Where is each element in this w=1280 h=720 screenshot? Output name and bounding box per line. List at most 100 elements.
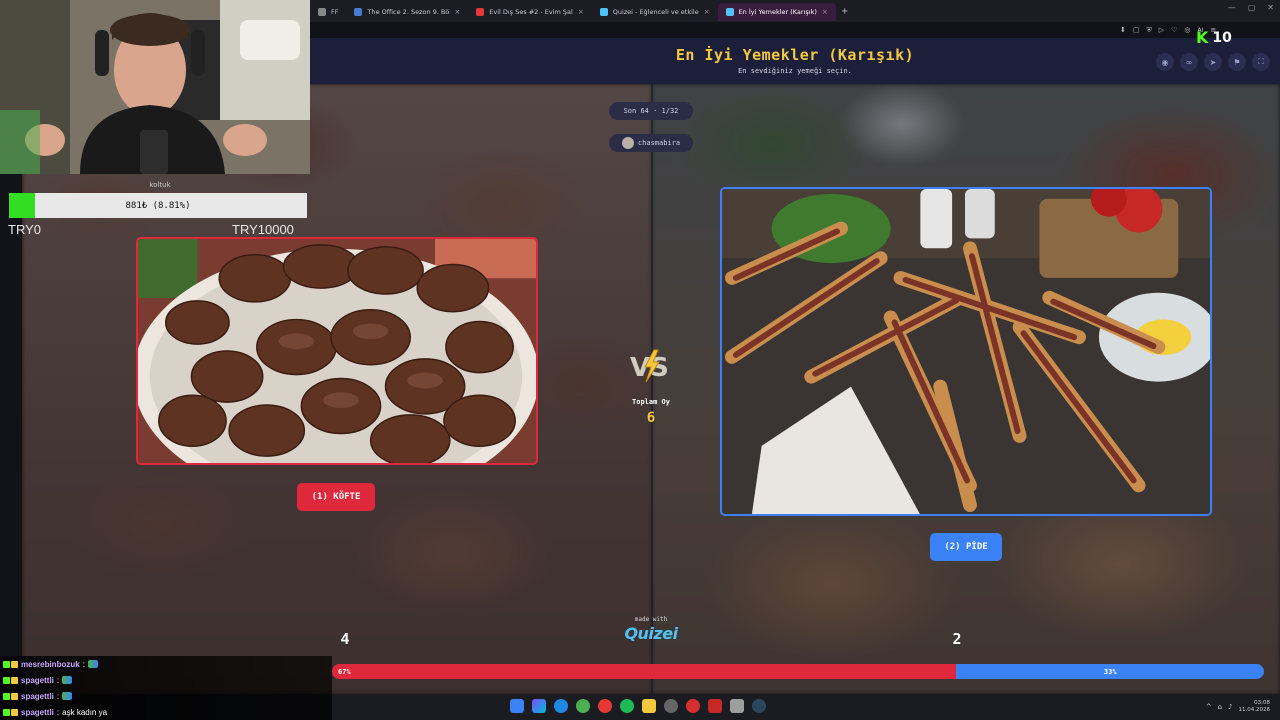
browser-tab-bar: FF The Office 2. Sezon 9. Bö × Evil Dış S…: [310, 0, 1280, 22]
camera-icon[interactable]: ◎: [1184, 26, 1190, 34]
media-icon[interactable]: [708, 699, 722, 713]
tab-favicon-icon: [318, 8, 326, 16]
kofte-image: [138, 239, 536, 463]
pide-image: [722, 189, 1210, 514]
donation-progress-text: 881₺ (8.81%): [125, 200, 191, 211]
kick-viewer-count: K 10: [1196, 28, 1232, 47]
emote-badge-icon: [11, 676, 18, 684]
result-progress-bar: 67% 33%: [332, 664, 1264, 679]
creator-username: chasmabira: [637, 139, 681, 147]
fullscreen-icon[interactable]: ⛶: [1252, 53, 1270, 71]
option-card-pide[interactable]: [720, 187, 1212, 516]
page-subtitle: En sevdiğiniz yemeği seçin.: [738, 67, 852, 75]
tab-favicon-icon: [354, 8, 363, 16]
donation-progress-bar: 881₺ (8.81%): [9, 193, 307, 218]
browser-tab-active[interactable]: En İyi Yemekler (Karışık) ×: [717, 3, 836, 21]
streamer-webcam: [0, 0, 310, 174]
windows-start-icon[interactable]: [510, 699, 524, 713]
donation-goal-label: koltuk: [149, 181, 171, 189]
emote-icon: [87, 660, 98, 668]
browser-tab[interactable]: Quizei - Eğlenceli ve etkile ×: [592, 3, 718, 21]
creator-badge[interactable]: chasmabira: [609, 134, 693, 152]
close-window-icon[interactable]: ✕: [1267, 3, 1274, 12]
emote-badge-icon: [11, 692, 18, 700]
close-icon[interactable]: ×: [822, 8, 828, 16]
pide-vote-count: 2: [952, 630, 962, 648]
chat-username: mesrebinbozuk: [21, 659, 80, 669]
quizei-logo[interactable]: Quizei: [616, 624, 686, 643]
center-divider: [651, 84, 653, 694]
browser-tab[interactable]: FF: [310, 3, 346, 21]
chat-username: spagettli: [21, 691, 54, 701]
chat-message: spagettli: aşk kadın ya: [0, 704, 332, 720]
total-votes-value: 6: [646, 410, 656, 426]
new-tab-button[interactable]: +: [836, 6, 854, 17]
chat-username: spagettli: [21, 707, 54, 717]
link-icon[interactable]: ∞: [1180, 53, 1198, 71]
tab-favicon-icon: [476, 8, 485, 16]
sub-badge-icon: [3, 660, 10, 668]
play-icon[interactable]: ▷: [1159, 26, 1164, 34]
kofte-vote-count: 4: [340, 630, 350, 648]
windows-taskbar: ^ ⌂ ♪ 03:08 11.04.2026: [332, 694, 1280, 720]
shield-icon[interactable]: ⛨: [1147, 26, 1152, 35]
quiz-header: En İyi Yemekler (Karışık) En sevdiğiniz …: [310, 38, 1280, 84]
emote-icon: [62, 676, 73, 684]
eye-icon[interactable]: ◉: [1156, 53, 1174, 71]
vote-pide-button[interactable]: (2) PİDE: [930, 533, 1002, 561]
edge-icon[interactable]: [554, 699, 568, 713]
network-icon[interactable]: ⌂: [1218, 703, 1222, 711]
round-badge: Son 64 · 1/32: [609, 102, 693, 120]
spotify-icon[interactable]: [620, 699, 634, 713]
emote-icon: [62, 692, 73, 700]
heart-icon[interactable]: ♡: [1171, 26, 1177, 34]
copilot-icon[interactable]: [532, 699, 546, 713]
sub-badge-icon: [3, 708, 10, 716]
browser-tab[interactable]: The Office 2. Sezon 9. Bö ×: [346, 3, 468, 21]
flag-icon[interactable]: ⚑: [1228, 53, 1246, 71]
chat-message: spagettli:: [0, 688, 332, 704]
minimize-icon[interactable]: —: [1228, 3, 1236, 12]
folder-icon[interactable]: [642, 699, 656, 713]
chat-overlay: mesrebinbozuk: spagettli: spagettli: spa…: [0, 656, 332, 720]
donation-max-label: TRY10000: [232, 222, 294, 237]
window-controls: — ▢ ✕: [1228, 3, 1274, 12]
chat-message: mesrebinbozuk:: [0, 656, 332, 672]
browser-tab[interactable]: Evil Dış Ses #2 - Evim Şal ×: [468, 3, 591, 21]
chevron-up-icon[interactable]: ^: [1206, 703, 1212, 711]
header-actions: ◉ ∞ ➤ ⚑ ⛶: [1156, 53, 1270, 71]
volume-icon[interactable]: ♪: [1228, 703, 1232, 711]
kick-logo-icon: K: [1196, 28, 1209, 47]
chat-username: spagettli: [21, 675, 54, 685]
close-icon[interactable]: ×: [454, 8, 460, 16]
option-card-kofte[interactable]: [136, 237, 538, 465]
close-icon[interactable]: ×: [704, 8, 710, 16]
chat-text: aşk kadın ya: [62, 707, 108, 717]
sub-badge-icon: [3, 676, 10, 684]
taskbar-apps: [510, 699, 766, 713]
settings-icon[interactable]: [664, 699, 678, 713]
maximize-icon[interactable]: ▢: [1248, 3, 1256, 12]
emote-badge-icon: [11, 708, 18, 716]
app-icon[interactable]: [730, 699, 744, 713]
taskbar-clock[interactable]: 03:08 11.04.2026: [1239, 700, 1271, 714]
tab-favicon-icon: [599, 8, 608, 16]
page-title: En İyi Yemekler (Karışık): [675, 46, 915, 64]
record-icon[interactable]: [686, 699, 700, 713]
send-icon[interactable]: ➤: [1204, 53, 1222, 71]
page-icon[interactable]: ▢: [1133, 26, 1140, 34]
total-votes-label: Toplam Oy: [632, 398, 670, 406]
system-tray: ^ ⌂ ♪ 03:08 11.04.2026: [1206, 700, 1270, 714]
chat-message: spagettli:: [0, 672, 332, 688]
opera-icon[interactable]: [598, 699, 612, 713]
close-icon[interactable]: ×: [578, 8, 584, 16]
pide-percentage-bar: 33%: [956, 664, 1264, 679]
sub-badge-icon: [3, 692, 10, 700]
svg-text:VS: VS: [630, 353, 669, 383]
download-icon[interactable]: ⬇: [1120, 26, 1126, 34]
donation-min-label: TRY0: [8, 222, 41, 237]
vote-kofte-button[interactable]: (1) KÖFTE: [297, 483, 375, 511]
steam-icon[interactable]: [752, 699, 766, 713]
tab-favicon-icon: [725, 8, 734, 16]
chrome-icon[interactable]: [576, 699, 590, 713]
